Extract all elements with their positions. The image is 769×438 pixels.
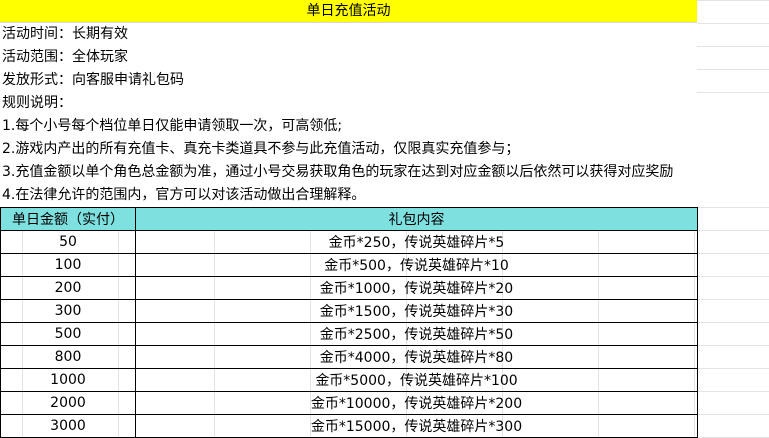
rule-3-cell[interactable]: 3.充值金额以单个角色总金额为准，通过小号交易获取角色的玩家在达到对应金额以后依… xyxy=(0,161,769,184)
reward-cell[interactable]: 金币*10000，传说英雄碎片*200 xyxy=(135,391,698,415)
reward-cell[interactable]: 金币*5000，传说英雄碎片*100 xyxy=(135,368,698,392)
amount-cell[interactable]: 800 xyxy=(0,345,136,369)
reward-table-header-row: 单日金额（实付） 礼包内容 xyxy=(0,207,698,231)
activity-title-cell[interactable]: 单日充值活动 xyxy=(0,0,697,23)
reward-table: 单日金额（实付） 礼包内容 50 金币*250，传说英雄碎片*5 100 金币*… xyxy=(0,207,698,438)
distribution-method-cell[interactable]: 发放形式：向客服申请礼包码 xyxy=(0,69,697,92)
amount-cell[interactable]: 1000 xyxy=(0,368,136,392)
reward-cell[interactable]: 金币*4000，传说英雄碎片*80 xyxy=(135,345,698,369)
activity-time-cell[interactable]: 活动时间：长期有效 xyxy=(0,23,697,46)
amount-cell[interactable]: 300 xyxy=(0,299,136,323)
amount-cell[interactable]: 500 xyxy=(0,322,136,346)
activity-scope-cell[interactable]: 活动范围：全体玩家 xyxy=(0,46,697,69)
amount-cell[interactable]: 200 xyxy=(0,276,136,300)
amount-cell[interactable]: 100 xyxy=(0,253,136,277)
rule-2-cell[interactable]: 2.游戏内产出的所有充值卡、真充卡类道具不参与此充值活动，仅限真实充值参与； xyxy=(0,138,769,161)
table-row: 200 金币*1000，传说英雄碎片*20 xyxy=(0,276,698,300)
reward-cell[interactable]: 金币*15000，传说英雄碎片*300 xyxy=(135,414,698,438)
table-row: 3000 金币*15000，传说英雄碎片*300 xyxy=(0,414,698,438)
reward-cell[interactable]: 金币*250，传说英雄碎片*5 xyxy=(135,230,698,254)
table-row: 300 金币*1500，传说英雄碎片*30 xyxy=(0,299,698,323)
rule-1-cell[interactable]: 1.每个小号每个档位单日仅能申请领取一次，可高领低; xyxy=(0,115,769,138)
table-row: 500 金币*2500，传说英雄碎片*50 xyxy=(0,322,698,346)
amount-cell[interactable]: 2000 xyxy=(0,391,136,415)
reward-cell[interactable]: 金币*2500，传说英雄碎片*50 xyxy=(135,322,698,346)
table-row: 100 金币*500，传说英雄碎片*10 xyxy=(0,253,698,277)
reward-cell[interactable]: 金币*1500，传说英雄碎片*30 xyxy=(135,299,698,323)
reward-cell[interactable]: 金币*500，传说英雄碎片*10 xyxy=(135,253,698,277)
table-row: 2000 金币*10000，传说英雄碎片*200 xyxy=(0,391,698,415)
table-row: 1000 金币*5000，传说英雄碎片*100 xyxy=(0,368,698,392)
header-amount-cell[interactable]: 单日金额（实付） xyxy=(0,207,136,231)
header-reward-cell[interactable]: 礼包内容 xyxy=(135,207,698,231)
rules-heading-cell[interactable]: 规则说明： xyxy=(0,92,697,115)
table-row: 800 金币*4000，传说英雄碎片*80 xyxy=(0,345,698,369)
table-row: 50 金币*250，传说英雄碎片*5 xyxy=(0,230,698,254)
spreadsheet-sheet: 单日充值活动 活动时间：长期有效 活动范围：全体玩家 发放形式：向客服申请礼包码… xyxy=(0,0,769,438)
amount-cell[interactable]: 3000 xyxy=(0,414,136,438)
rule-4-cell[interactable]: 4.在法律允许的范围内，官方可以对该活动做出合理解释。 xyxy=(0,184,769,207)
amount-cell[interactable]: 50 xyxy=(0,230,136,254)
reward-cell[interactable]: 金币*1000，传说英雄碎片*20 xyxy=(135,276,698,300)
